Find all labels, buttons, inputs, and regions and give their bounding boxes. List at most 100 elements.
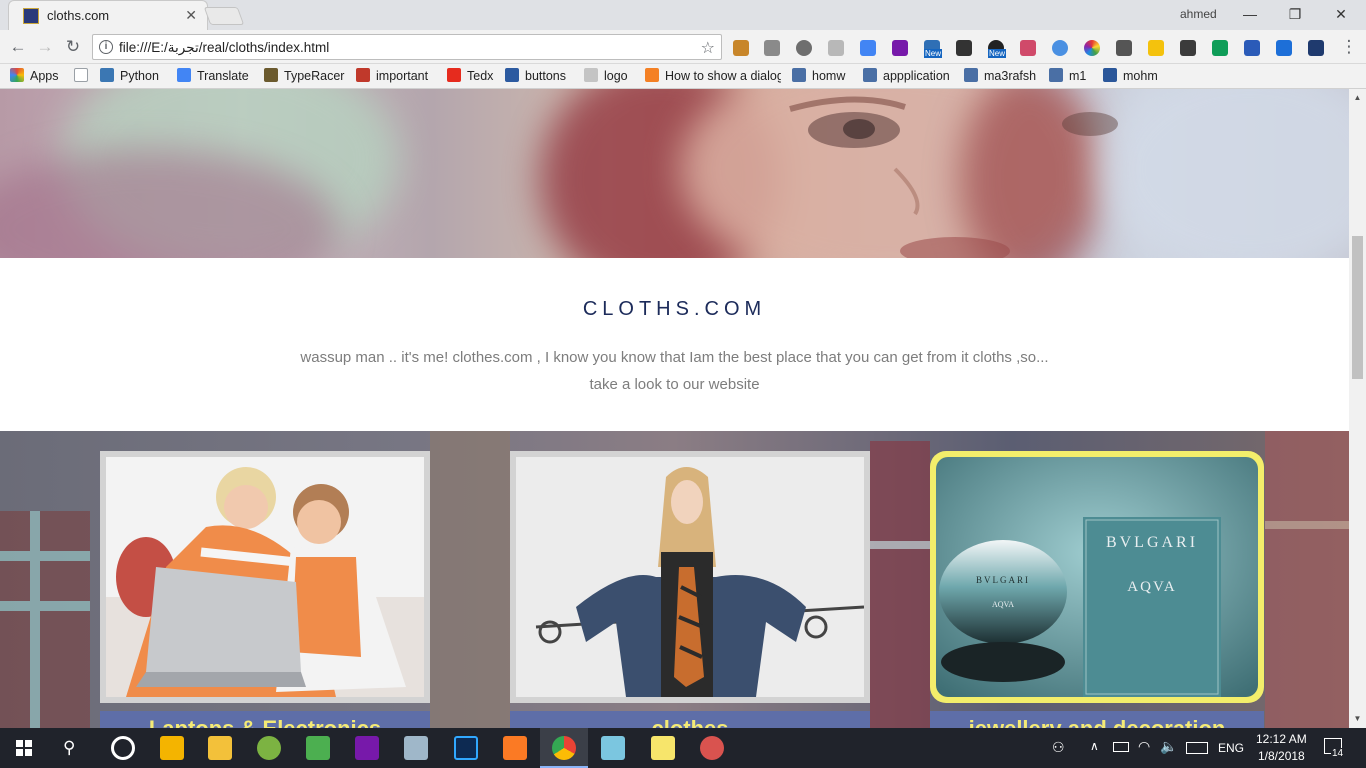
buttons-icon bbox=[505, 68, 519, 82]
svg-text:AQVA: AQVA bbox=[992, 600, 1014, 609]
bookmark-appplication[interactable]: appplication bbox=[863, 68, 950, 86]
bookmark-tedx[interactable]: Tedx bbox=[447, 68, 493, 86]
extension-drive-icon[interactable] bbox=[1212, 40, 1228, 56]
bookmark-label: appplication bbox=[883, 69, 950, 83]
keyboard-icon[interactable] bbox=[1186, 742, 1208, 754]
bookmark-python[interactable]: Python bbox=[100, 68, 159, 86]
battery-icon[interactable] bbox=[1113, 742, 1129, 752]
extension-onenote-icon[interactable] bbox=[892, 40, 908, 56]
extension-color-icon[interactable] bbox=[1084, 40, 1100, 56]
extension-m-icon[interactable] bbox=[1148, 40, 1164, 56]
extension-pen-icon[interactable] bbox=[1020, 40, 1036, 56]
clock-time[interactable]: 12:12 AM bbox=[1256, 732, 1307, 746]
category-card-clothes[interactable] bbox=[510, 451, 870, 703]
chart-app-icon[interactable] bbox=[306, 736, 330, 760]
window-close-button[interactable]: ✕ bbox=[1329, 4, 1353, 24]
address-url[interactable]: file:///E:/تجربة/real/cloths/index.html bbox=[119, 40, 329, 56]
card-image-clothes[interactable] bbox=[516, 457, 864, 697]
cortana-icon[interactable] bbox=[111, 736, 135, 760]
category-card-jewellery[interactable]: BVLGARI AQVA BVLGARI AQVA bbox=[930, 451, 1264, 703]
bookmark-ma3rafsh[interactable]: ma3rafsh bbox=[964, 68, 1036, 86]
bookmark-homw[interactable]: homw bbox=[792, 68, 845, 86]
bookmark-buttons[interactable]: buttons bbox=[505, 68, 566, 86]
scroll-down-arrow-icon[interactable]: ▼ bbox=[1353, 714, 1362, 723]
scrollbar-thumb[interactable] bbox=[1352, 236, 1363, 379]
tagline-line-1: wassup man .. it's me! clothes.com , I k… bbox=[300, 349, 1049, 366]
extension-news-icon[interactable]: New bbox=[924, 40, 943, 58]
bookmark-label: mohm bbox=[1123, 69, 1158, 83]
clock-date[interactable]: 1/8/2018 bbox=[1258, 749, 1305, 763]
sticky-notes-icon[interactable] bbox=[651, 736, 675, 760]
extension-evernote-icon[interactable] bbox=[1180, 40, 1196, 56]
extension-dropbox-icon[interactable] bbox=[828, 40, 844, 56]
photoshop-icon[interactable] bbox=[454, 736, 478, 760]
category-label-jewellery[interactable]: jewellery and decoration bbox=[930, 711, 1264, 728]
paint-icon[interactable] bbox=[700, 736, 724, 760]
profile-name[interactable]: ahmed bbox=[1180, 7, 1217, 21]
show-hidden-icons-icon[interactable]: ∧ bbox=[1090, 739, 1099, 753]
extension-ruler-icon[interactable] bbox=[733, 40, 749, 56]
photos-icon[interactable] bbox=[404, 736, 428, 760]
scroll-up-arrow-icon[interactable]: ▲ bbox=[1353, 93, 1362, 102]
bookmark-apps[interactable]: Apps bbox=[10, 68, 59, 86]
doc-icon bbox=[1103, 68, 1117, 82]
address-bar[interactable]: i file:///E:/تجربة/real/cloths/index.htm… bbox=[92, 34, 722, 60]
bookmark-important[interactable]: important bbox=[356, 68, 428, 86]
onenote-icon[interactable] bbox=[355, 736, 379, 760]
category-card-laptops[interactable] bbox=[100, 451, 430, 703]
extension-translate-icon[interactable] bbox=[860, 40, 876, 56]
chrome-taskbar-button[interactable] bbox=[540, 728, 588, 768]
browser-tab[interactable]: cloths.com ✕ bbox=[8, 0, 208, 30]
bookmark-star-icon[interactable]: ☆ bbox=[701, 38, 715, 58]
back-icon[interactable]: ← bbox=[7, 37, 29, 57]
restore-button[interactable]: ❐ bbox=[1283, 4, 1307, 24]
extension-tab-icon[interactable] bbox=[1244, 40, 1260, 56]
extension-camera-icon[interactable] bbox=[764, 40, 780, 56]
android-studio-icon[interactable] bbox=[257, 736, 281, 760]
card-image-laptops[interactable] bbox=[106, 457, 424, 697]
file-explorer-icon[interactable] bbox=[208, 736, 232, 760]
extension-bulb-icon[interactable] bbox=[796, 40, 812, 56]
volume-icon[interactable]: 🔈 bbox=[1160, 738, 1177, 755]
extension-shield-icon[interactable] bbox=[1308, 40, 1324, 56]
info-icon[interactable]: i bbox=[99, 40, 113, 54]
tab-close-icon[interactable]: ✕ bbox=[185, 7, 197, 24]
bookmark-mohm[interactable]: mohm bbox=[1103, 68, 1158, 86]
category-label-laptops[interactable]: Laptops & Electronics bbox=[100, 711, 430, 728]
store-icon[interactable] bbox=[160, 736, 184, 760]
extension-speed-icon[interactable]: New bbox=[988, 40, 1007, 58]
forward-icon[interactable]: → bbox=[34, 37, 56, 57]
extension-download-icon[interactable] bbox=[1052, 40, 1068, 56]
svg-text:BVLGARI: BVLGARI bbox=[1106, 534, 1198, 551]
minimize-button[interactable]: — bbox=[1238, 4, 1262, 24]
file-app-icon[interactable] bbox=[601, 736, 625, 760]
extension-film-icon[interactable] bbox=[956, 40, 972, 56]
typeracer-icon bbox=[264, 68, 278, 82]
search-icon[interactable]: ⚲ bbox=[63, 738, 75, 758]
card-image-jewellery[interactable]: BVLGARI AQVA BVLGARI AQVA bbox=[936, 457, 1258, 697]
wifi-icon[interactable]: ◠ bbox=[1138, 738, 1150, 755]
windows-taskbar: ⚲ ⚇ ∧ ◠ 🔈 ENG 12:12 AM 1/8/2018 14 bbox=[0, 728, 1366, 768]
xampp-icon[interactable] bbox=[503, 736, 527, 760]
category-label-clothes[interactable]: clothes bbox=[510, 711, 870, 728]
bookmark-m1[interactable]: m1 bbox=[1049, 68, 1086, 86]
apps-grid-icon bbox=[10, 68, 24, 82]
extension-s-icon[interactable] bbox=[1276, 40, 1292, 56]
language-indicator[interactable]: ENG bbox=[1218, 741, 1244, 755]
bookmark-logo[interactable]: logo bbox=[584, 68, 628, 86]
people-icon[interactable]: ⚇ bbox=[1052, 739, 1065, 756]
extension-eyedropper-icon[interactable] bbox=[1116, 40, 1132, 56]
menu-icon[interactable]: ⋮ bbox=[1338, 37, 1360, 57]
bookmark-typeracer[interactable]: TypeRacer bbox=[264, 68, 344, 86]
windows-start-icon[interactable] bbox=[16, 740, 32, 756]
site-tagline: wassup man .. it's me! clothes.com , I k… bbox=[0, 344, 1349, 398]
bookmark-label: ma3rafsh bbox=[984, 69, 1037, 83]
new-badge: New bbox=[924, 49, 943, 58]
bookmark-translate[interactable]: Translate bbox=[177, 68, 249, 86]
bookmark-dialog[interactable]: How to show a dialog bbox=[645, 68, 781, 86]
site-title: CLOTHS.COM bbox=[582, 298, 767, 320]
reload-icon[interactable]: ↻ bbox=[62, 37, 84, 57]
page-scrollbar[interactable]: ▲ ▼ bbox=[1349, 89, 1366, 728]
new-tab-button[interactable] bbox=[203, 7, 245, 25]
bookmark-page[interactable] bbox=[74, 68, 94, 86]
